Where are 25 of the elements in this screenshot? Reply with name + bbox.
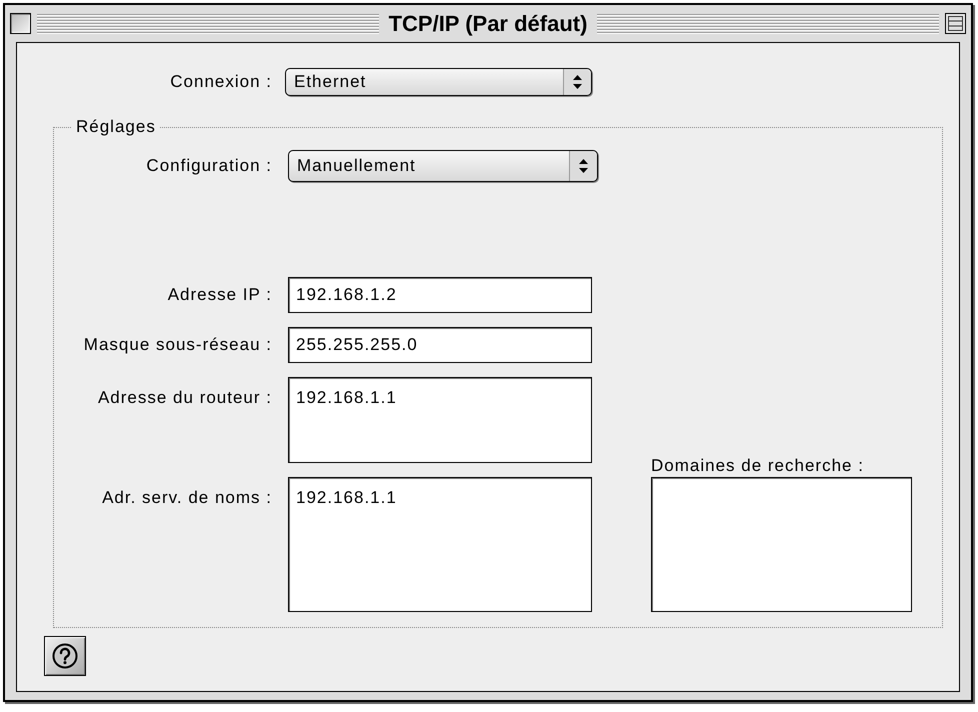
text-field[interactable]: 255.255.255.0: [288, 327, 592, 363]
help-icon: [52, 643, 78, 669]
window-title: TCP/IP (Par défaut): [388, 10, 588, 36]
collapse-button[interactable]: [945, 13, 966, 34]
configuration-popup[interactable]: Manuellement: [288, 150, 598, 182]
field-label: Adresse du routeur :: [96, 387, 272, 409]
search-domains-label: Domaines de recherche :: [651, 455, 865, 477]
help-button[interactable]: [44, 636, 86, 676]
field-label: Masque sous-réseau :: [82, 334, 272, 356]
field-label: Adr. serv. de noms :: [101, 487, 272, 509]
up-down-arrows-icon: [573, 75, 582, 89]
connection-label: Connexion :: [169, 71, 272, 94]
search-domains-field[interactable]: [651, 477, 912, 612]
connection-popup[interactable]: Ethernet: [285, 68, 592, 96]
close-button[interactable]: [10, 13, 31, 34]
text-area-field[interactable]: 192.168.1.1: [288, 477, 592, 612]
configuration-label: Configuration :: [145, 155, 272, 178]
field-label: Adresse IP :: [166, 284, 272, 306]
horizontal-lines-icon: [948, 16, 964, 31]
text-area-field[interactable]: 192.168.1.1: [288, 377, 592, 463]
title-bar-stripes[interactable]: [37, 14, 379, 34]
text-field[interactable]: 192.168.1.2: [288, 277, 592, 313]
up-down-arrows-icon: [579, 159, 588, 173]
title-bar-stripes[interactable]: [597, 14, 940, 34]
group-title: Réglages: [75, 116, 157, 138]
